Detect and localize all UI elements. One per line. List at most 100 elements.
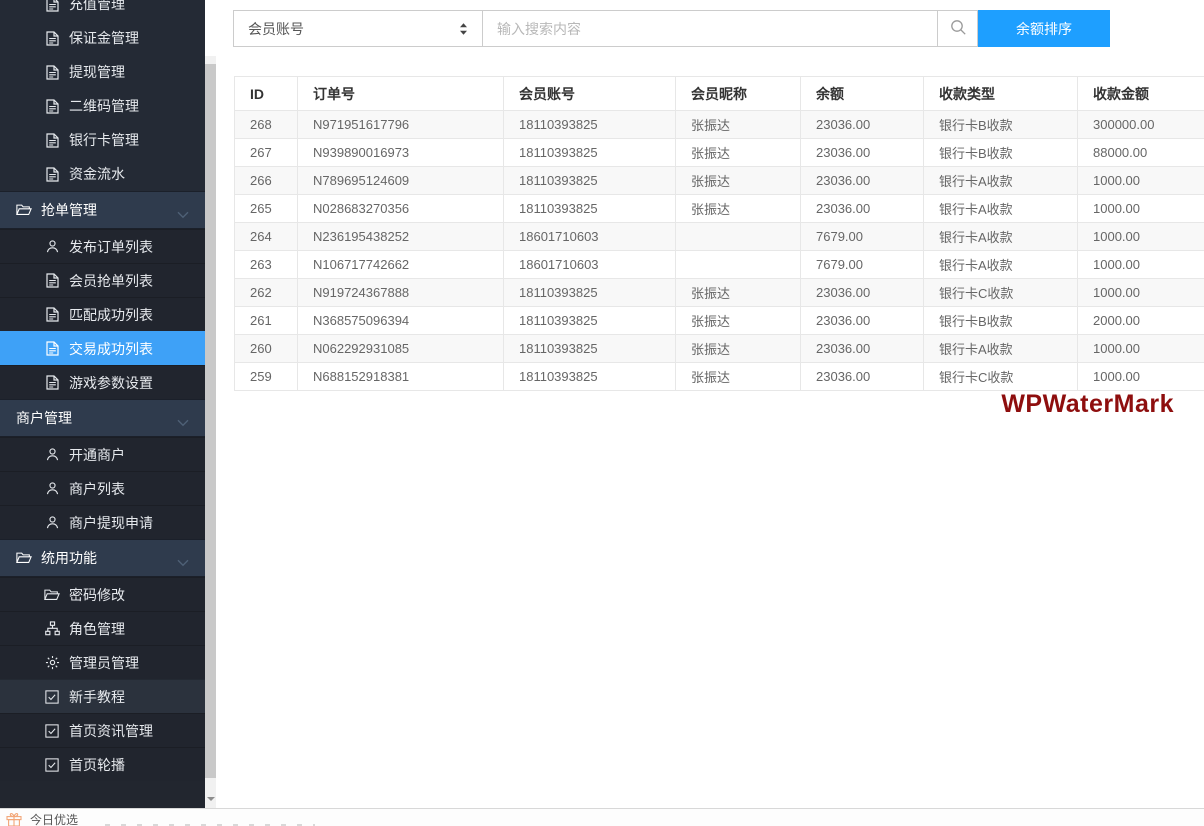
arrow-down-icon <box>206 797 215 805</box>
sidebar-item-open-merchant[interactable]: 开通商户 <box>0 437 205 471</box>
table-cell: 23036.00 <box>800 166 924 195</box>
table-cell: 18110393825 <box>503 194 676 223</box>
table-cell: 张振达 <box>675 306 801 335</box>
sidebar-item-member-grab-order-list[interactable]: 会员抢单列表 <box>0 263 205 297</box>
sidebar-section-merchant-management[interactable]: 商户管理 <box>0 399 205 437</box>
sidebar-item-label: 匹配成功列表 <box>69 306 153 323</box>
table-cell: N106717742662 <box>297 250 504 279</box>
folder-open-icon <box>16 202 32 218</box>
user-icon <box>44 515 60 531</box>
table-cell: N062292931085 <box>297 334 504 363</box>
check-square-icon <box>44 723 60 739</box>
table-row: 261 N368575096394 18110393825 张振达 23036.00 银行… <box>234 306 1204 335</box>
table-cell: 262 <box>234 278 298 307</box>
table-cell: 18601710603 <box>503 250 676 279</box>
sidebar-item-password-change[interactable]: 密码修改 <box>0 577 205 611</box>
sidebar-scrollbar[interactable] <box>205 56 216 808</box>
scrollbar-thumb[interactable] <box>205 64 216 778</box>
sidebar-item-bankcard-management[interactable]: 银行卡管理 <box>0 123 205 157</box>
table-cell: 银行卡C收款 <box>923 278 1078 307</box>
sidebar-item-margin-management[interactable]: 保证金管理 <box>0 21 205 55</box>
sidebar-item-merchant-withdrawal-request[interactable]: 商户提现申请 <box>0 505 205 539</box>
table-cell: 18601710603 <box>503 222 676 251</box>
bottom-bar-item-daily-picks[interactable]: 今日优选 <box>6 811 78 826</box>
table-cell: 259 <box>234 362 298 391</box>
table-cell: 1000.00 <box>1077 250 1204 279</box>
bottom-bar-item-label: 今日优选 <box>30 813 79 826</box>
sidebar-item-withdrawal-management[interactable]: 提现管理 <box>0 55 205 89</box>
table-cell: 张振达 <box>675 362 801 391</box>
sidebar-item-admin-management[interactable]: 管理员管理 <box>0 645 205 679</box>
sidebar-item-trade-success-list[interactable]: 交易成功列表 <box>0 331 205 365</box>
column-header: 订单号 <box>297 76 504 111</box>
table-cell: 银行卡B收款 <box>923 306 1078 335</box>
gear-icon <box>44 655 60 671</box>
column-header: 会员昵称 <box>675 76 801 111</box>
sidebar-item-home-carousel[interactable]: 首页轮播 <box>0 747 205 781</box>
sidebar-item-match-success-list[interactable]: 匹配成功列表 <box>0 297 205 331</box>
sidebar-item-merchant-list[interactable]: 商户列表 <box>0 471 205 505</box>
table-cell: 1000.00 <box>1077 222 1204 251</box>
table-cell: 1000.00 <box>1077 362 1204 391</box>
sidebar-item-role-management[interactable]: 角色管理 <box>0 611 205 645</box>
table-cell: 张振达 <box>675 334 801 363</box>
table-cell: 张振达 <box>675 138 801 167</box>
sidebar-menu: 充值管理保证金管理提现管理二维码管理银行卡管理资金流水抢单管理发布订单列表会员抢… <box>0 0 205 781</box>
sidebar-item-label: 资金流水 <box>69 166 125 182</box>
sidebar-section-grab-order-management[interactable]: 抢单管理 <box>0 191 205 229</box>
user-icon <box>44 239 60 255</box>
sidebar-item-game-parameter-settings[interactable]: 游戏参数设置 <box>0 365 205 399</box>
table-row: 264 N236195438252 18601710603 7679.00 银行卡A收款… <box>234 222 1204 251</box>
search-button[interactable] <box>937 10 978 47</box>
table-cell: 2000.00 <box>1077 306 1204 335</box>
sidebar-item-recharge-management[interactable]: 充值管理 <box>0 0 205 21</box>
scrollbar-down-button[interactable] <box>205 790 216 808</box>
sidebar-item-home-news-management[interactable]: 首页资讯管理 <box>0 713 205 747</box>
table-row: 267 N939890016973 18110393825 张振达 23036.00 银行… <box>234 138 1204 167</box>
table-row: 260 N062292931085 18110393825 张振达 23036.00 银行… <box>234 334 1204 363</box>
search-input[interactable] <box>482 10 938 47</box>
sidebar-item-label: 二维码管理 <box>69 98 139 114</box>
sidebar-item-label: 开通商户 <box>69 446 125 463</box>
sidebar-item-fund-flow[interactable]: 资金流水 <box>0 157 205 191</box>
sidebar-item-label: 管理员管理 <box>69 654 139 671</box>
table-cell: 银行卡B收款 <box>923 110 1078 139</box>
table-cell: 张振达 <box>675 194 801 223</box>
column-header: ID <box>234 76 298 111</box>
sidebar-section-common-functions[interactable]: 统用功能 <box>0 539 205 577</box>
gift-icon <box>6 812 22 826</box>
sidebar-item-label: 商户管理 <box>16 410 72 426</box>
chevron-down-icon <box>177 206 189 222</box>
table-cell: 7679.00 <box>800 250 924 279</box>
check-square-icon <box>44 689 60 705</box>
table-cell: N919724367888 <box>297 278 504 307</box>
table-cell: 7679.00 <box>800 222 924 251</box>
table-cell: 18110393825 <box>503 110 676 139</box>
table-cell: 23036.00 <box>800 362 924 391</box>
sidebar-item-qrcode-management[interactable]: 二维码管理 <box>0 89 205 123</box>
doc-icon <box>44 375 60 391</box>
chevron-down-icon <box>177 414 189 430</box>
table-header: ID 订单号 会员账号 会员昵称 余额 收款类型 收款金额 <box>234 76 1204 111</box>
sidebar-item-label: 保证金管理 <box>69 30 139 46</box>
table-cell: 23036.00 <box>800 110 924 139</box>
chevron-down-icon <box>177 554 189 570</box>
table-cell: N236195438252 <box>297 222 504 251</box>
user-icon <box>44 447 60 463</box>
sidebar: 充值管理保证金管理提现管理二维码管理银行卡管理资金流水抢单管理发布订单列表会员抢… <box>0 0 205 808</box>
table-cell: 18110393825 <box>503 334 676 363</box>
check-square-icon <box>44 757 60 773</box>
table-cell: 18110393825 <box>503 166 676 195</box>
sidebar-item-label: 抢单管理 <box>41 202 97 218</box>
sidebar-item-label: 商户列表 <box>69 480 125 497</box>
sidebar-item-beginner-tutorial[interactable]: 新手教程 <box>0 679 205 713</box>
sidebar-item-label: 会员抢单列表 <box>69 272 153 289</box>
balance-sort-button[interactable]: 余额排序 <box>978 10 1110 47</box>
admin-page: 充值管理保证金管理提现管理二维码管理银行卡管理资金流水抢单管理发布订单列表会员抢… <box>0 0 1204 826</box>
folder-open-icon <box>16 550 32 566</box>
column-header: 收款金额 <box>1077 76 1204 111</box>
sidebar-item-publish-order-list[interactable]: 发布订单列表 <box>0 229 205 263</box>
table-cell: 张振达 <box>675 166 801 195</box>
filter-type-select[interactable]: 会员账号 <box>233 10 483 47</box>
table-cell: N939890016973 <box>297 138 504 167</box>
